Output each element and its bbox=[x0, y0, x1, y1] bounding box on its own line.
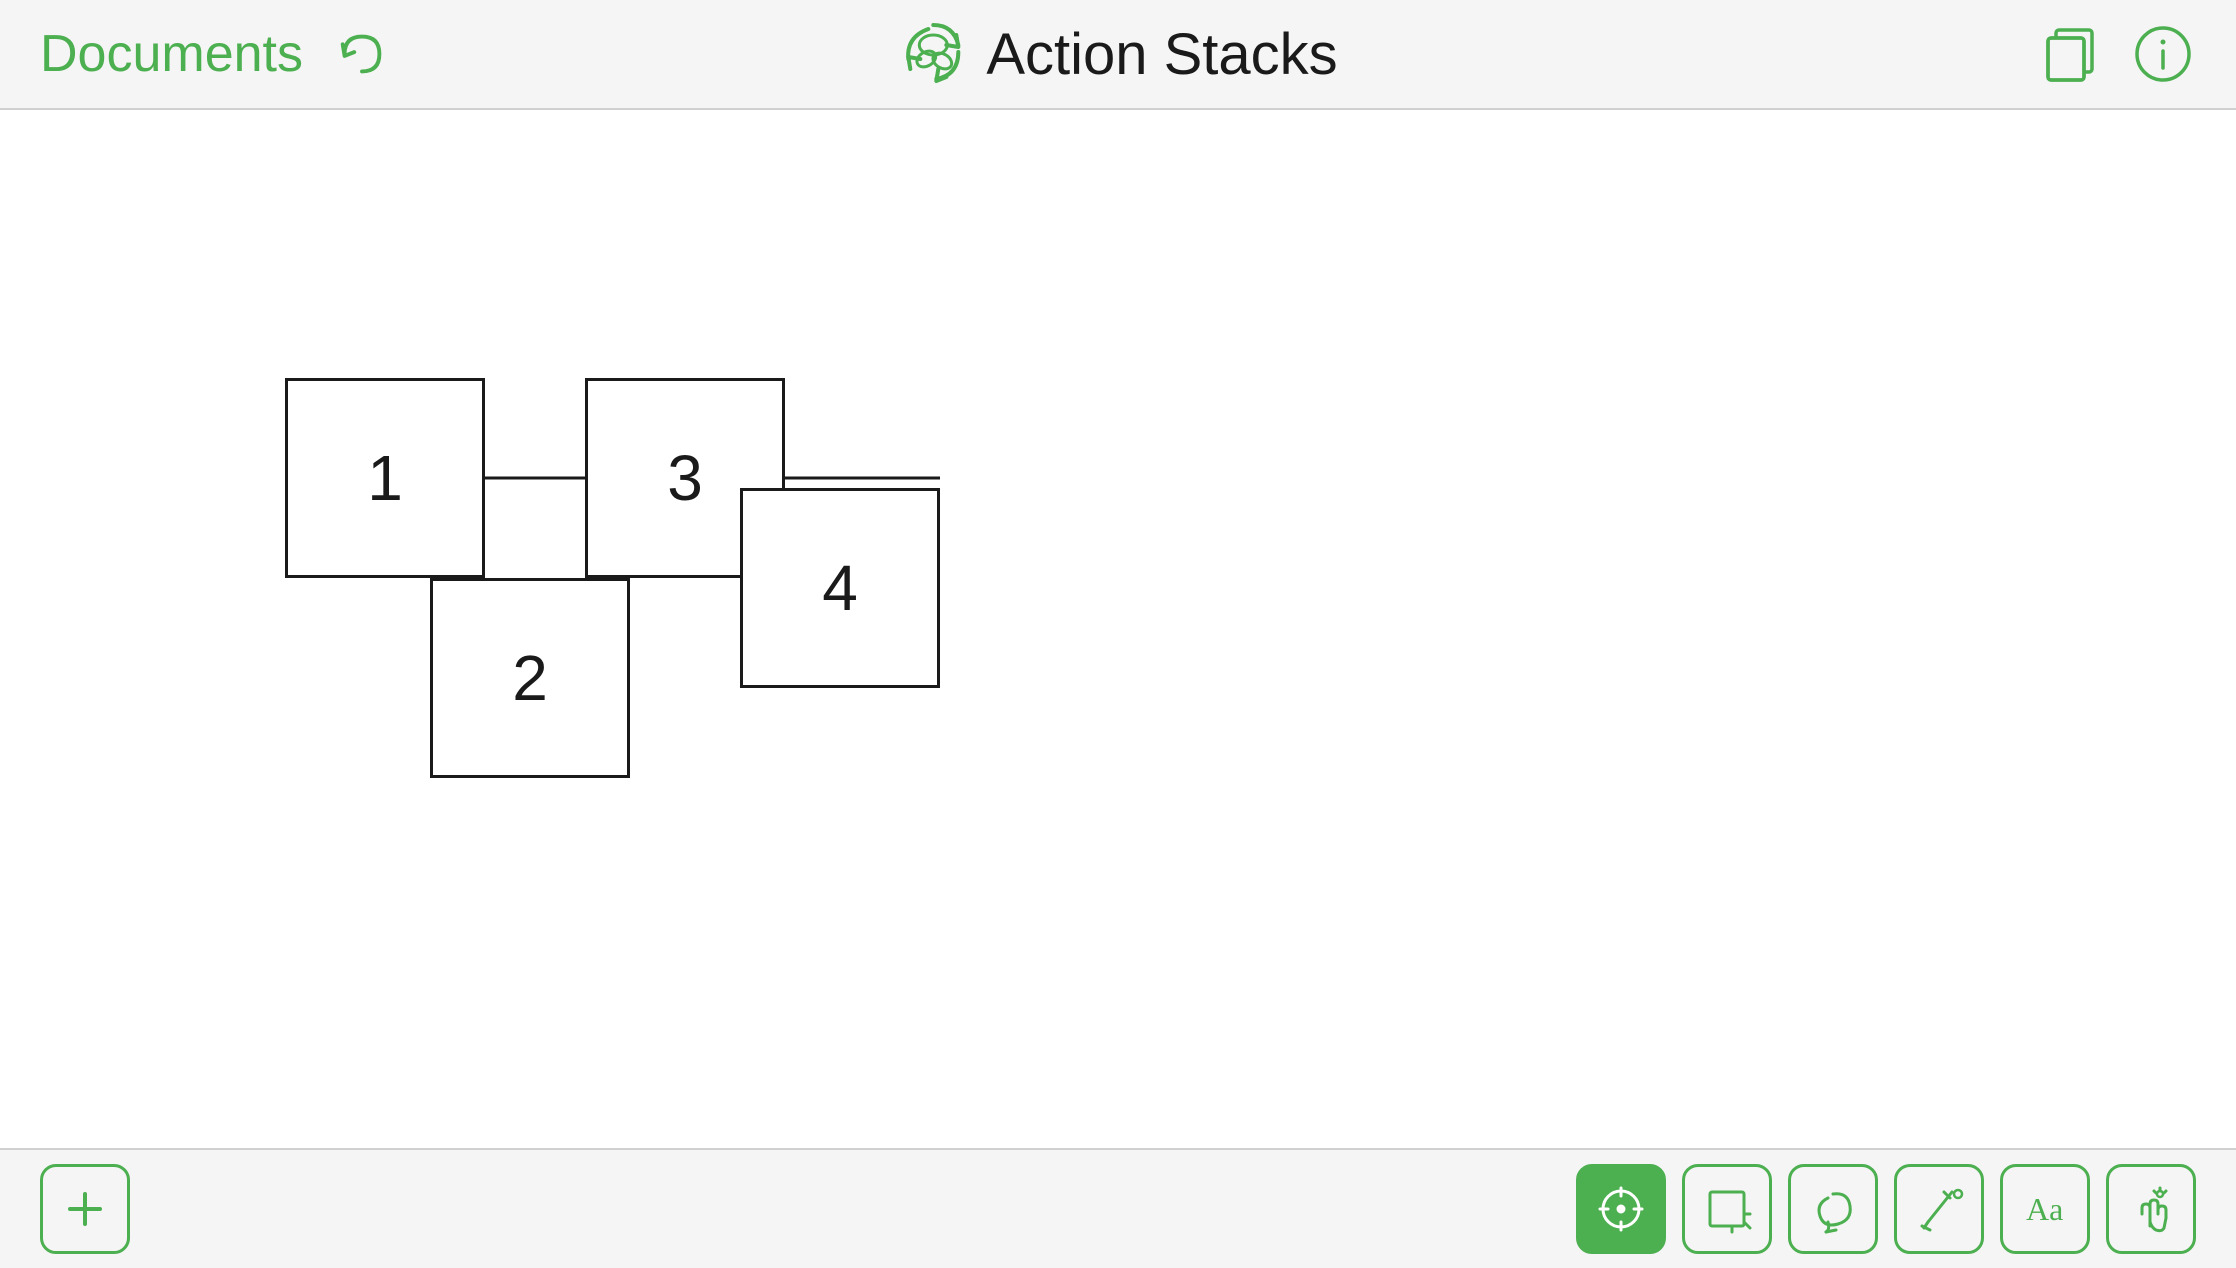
header-center: Action Stacks bbox=[898, 17, 1337, 92]
add-button[interactable] bbox=[40, 1164, 130, 1254]
info-button[interactable] bbox=[2131, 22, 2196, 87]
header: Documents Action Stacks bbox=[0, 0, 2236, 110]
header-left: Documents bbox=[40, 24, 391, 84]
gesture-tool-button[interactable] bbox=[2106, 1164, 2196, 1254]
block-1[interactable]: 1 bbox=[285, 378, 485, 578]
lasso-tool-button[interactable] bbox=[1788, 1164, 1878, 1254]
documents-link[interactable]: Documents bbox=[40, 24, 303, 84]
toolbar: Aa bbox=[0, 1148, 2236, 1268]
select-tool-button[interactable] bbox=[1576, 1164, 1666, 1254]
canvas[interactable]: 1 2 3 4 bbox=[0, 110, 2236, 1148]
toolbar-right: Aa bbox=[1576, 1164, 2196, 1254]
svg-text:Aa: Aa bbox=[2026, 1191, 2063, 1227]
frame-tool-button[interactable] bbox=[1682, 1164, 1772, 1254]
app-icon bbox=[898, 17, 968, 92]
page-title: Action Stacks bbox=[986, 21, 1337, 88]
undo-button[interactable] bbox=[333, 25, 391, 83]
copy-button[interactable] bbox=[2038, 22, 2103, 87]
block-2[interactable]: 2 bbox=[430, 578, 630, 778]
header-right bbox=[1896, 22, 2196, 87]
block-4[interactable]: 4 bbox=[740, 488, 940, 688]
pen-tool-button[interactable] bbox=[1894, 1164, 1984, 1254]
text-tool-button[interactable]: Aa bbox=[2000, 1164, 2090, 1254]
diagram-svg bbox=[0, 110, 2236, 1148]
toolbar-left bbox=[40, 1164, 130, 1254]
